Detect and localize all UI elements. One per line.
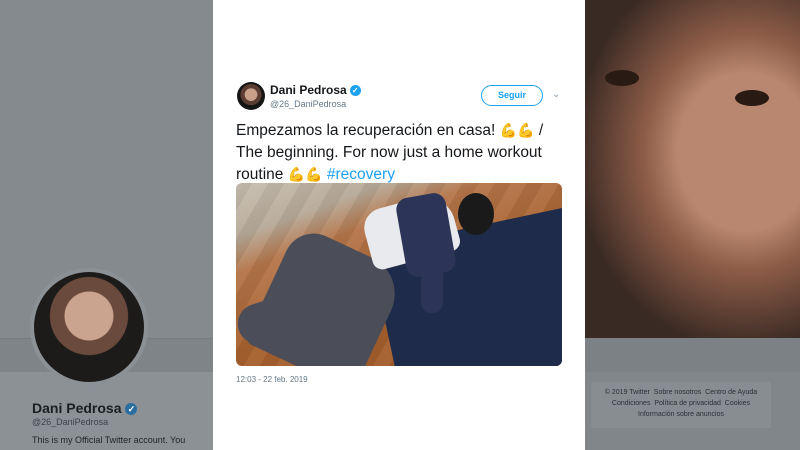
background-footer-links: © 2019 Twitter Sobre nosotros Centro de … <box>591 382 771 428</box>
background-profile-bio: This is my Official Twitter account. You… <box>32 435 186 450</box>
tweet-timestamp[interactable]: 12:03 - 22 feb. 2019 <box>236 375 308 384</box>
tweet-video-thumbnail[interactable] <box>236 183 562 366</box>
hashtag-link[interactable]: #recovery <box>327 166 395 183</box>
verified-badge-icon: ✓ <box>125 403 138 415</box>
flexed-biceps-emoji: 💪💪 <box>499 123 535 139</box>
background-profile-handle: @26_DaniPedrosa <box>32 417 109 427</box>
author-handle[interactable]: @26_DaniPedrosa <box>270 99 346 109</box>
person-head <box>458 193 494 235</box>
author-name[interactable]: Dani Pedrosa ✓ <box>270 83 361 97</box>
flexed-biceps-emoji: 💪💪 <box>287 167 323 183</box>
photo-eye <box>605 70 639 86</box>
background-profile-name: Dani Pedrosa ✓ <box>32 400 138 416</box>
background-footer-row <box>585 338 800 372</box>
photo-eye <box>735 90 769 106</box>
follow-button[interactable]: Seguir <box>481 85 543 106</box>
verified-badge-icon: ✓ <box>349 85 361 96</box>
tweet-text: Empezamos la recuperación en casa! 💪💪 / … <box>236 122 544 183</box>
chevron-down-icon[interactable]: ⌄ <box>552 90 562 100</box>
tweet-card: Dani Pedrosa ✓ @26_DaniPedrosa Seguir ⌄ E… <box>213 0 585 450</box>
author-avatar[interactable] <box>237 82 265 110</box>
background-profile-avatar <box>30 268 148 386</box>
person-arm <box>421 253 443 313</box>
background-header-photo <box>585 0 800 338</box>
